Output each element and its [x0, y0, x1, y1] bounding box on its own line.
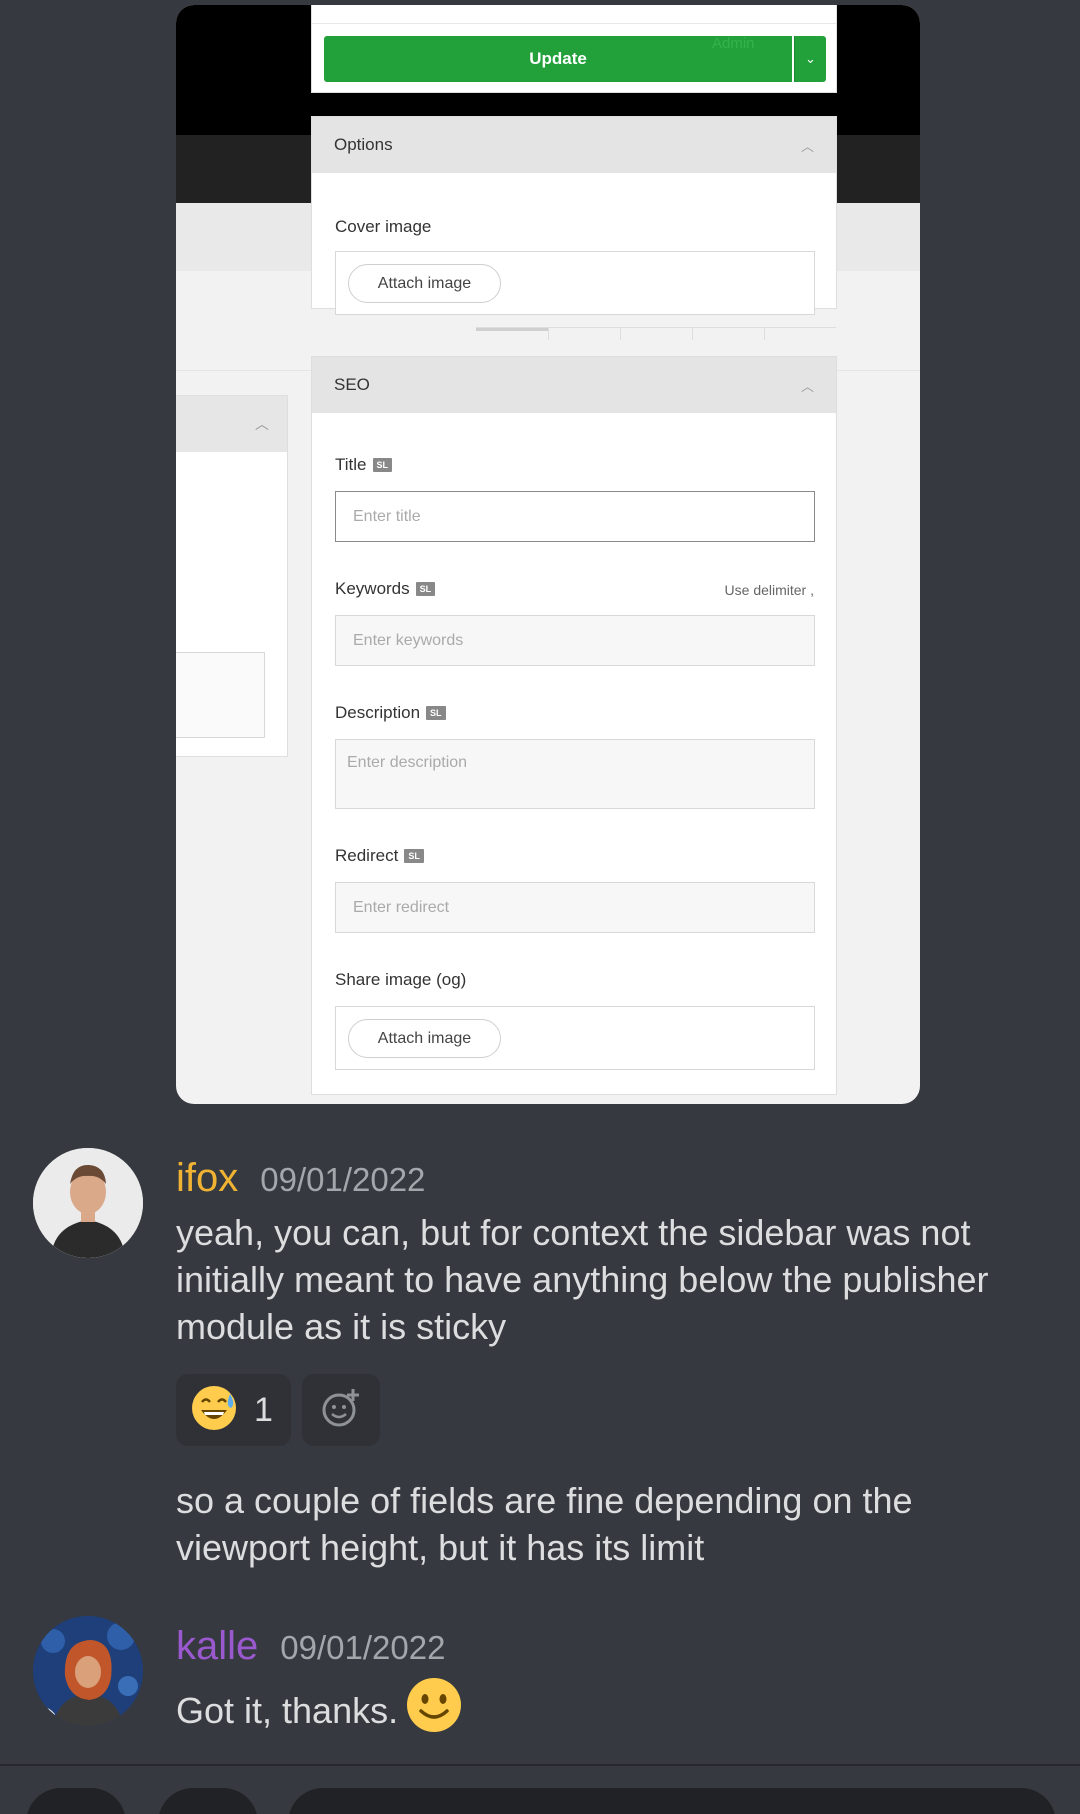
seo-card: SEO ︿ Title SL Enter title Keywords SL U…: [311, 356, 837, 1095]
cover-image-field: Attach image: [335, 251, 815, 315]
chevron-up-icon: ︿: [800, 378, 814, 394]
avatar[interactable]: [33, 1148, 143, 1258]
left-panel: ︿: [176, 395, 288, 757]
message-header: ifox 09/01/2022: [176, 1156, 425, 1201]
sl-badge: SL: [415, 582, 436, 596]
cover-attach-image-button[interactable]: Attach image: [348, 264, 501, 303]
composer-action-button[interactable]: [158, 1788, 258, 1814]
message-input[interactable]: [288, 1788, 1056, 1814]
message-body: Got it, thanks.: [176, 1677, 1056, 1744]
publisher-module: Update Admin ⌄: [311, 5, 837, 93]
keywords-hint: Use delimiter ,: [724, 582, 814, 598]
ifox-avatar-image: [33, 1148, 143, 1258]
timestamp: 09/01/2022: [280, 1629, 446, 1666]
admin-ghost-label: Admin: [712, 35, 755, 52]
message-text: so a couple of fields are fine depending…: [176, 1480, 913, 1568]
reaction-button[interactable]: 1: [176, 1374, 291, 1446]
grinning-sweat-emoji-icon: [190, 1384, 238, 1437]
chevron-up-icon: ︿: [800, 138, 814, 154]
screenshot-tab-strip: [476, 327, 836, 340]
keywords-label: Keywords SL: [335, 579, 436, 599]
cover-image-label: Cover image: [335, 217, 432, 236]
chevron-up-icon[interactable]: ︿: [255, 414, 269, 434]
composer-action-button[interactable]: [26, 1788, 126, 1814]
seo-redirect-input[interactable]: Enter redirect: [335, 882, 815, 933]
left-panel-field: [176, 652, 265, 738]
redirect-label: Redirect SL: [335, 846, 424, 866]
options-card-header[interactable]: Options ︿: [312, 117, 836, 173]
chevron-down-icon: ⌄: [805, 51, 816, 66]
message-text: Got it, thanks.: [176, 1690, 399, 1731]
sl-badge: SL: [372, 458, 393, 472]
add-reaction-button[interactable]: [302, 1374, 380, 1446]
seo-description-input[interactable]: Enter description: [335, 739, 815, 809]
slightly-smiling-emoji-icon: [406, 1677, 462, 1744]
share-attach-image-button[interactable]: Attach image: [348, 1019, 501, 1058]
avatar[interactable]: [33, 1616, 143, 1726]
left-panel-header: ︿: [176, 396, 287, 452]
add-reaction-icon: [320, 1387, 362, 1434]
reaction-count: 1: [254, 1390, 273, 1429]
embedded-screenshot[interactable]: ︿ Update Admin ⌄ Options ︿ Cover image A…: [176, 5, 920, 1104]
seo-title-input[interactable]: Enter title: [335, 491, 815, 542]
seo-keywords-input[interactable]: Enter keywords: [335, 615, 815, 666]
description-label: Description SL: [335, 703, 446, 723]
timestamp: 09/01/2022: [260, 1161, 426, 1198]
username[interactable]: ifox: [176, 1156, 238, 1201]
message-text: yeah, you can, but for context the sideb…: [176, 1212, 989, 1347]
share-image-label: Share image (og): [335, 970, 467, 989]
username[interactable]: kalle: [176, 1624, 258, 1669]
sl-badge: SL: [426, 706, 446, 720]
update-dropdown-toggle[interactable]: ⌄: [794, 36, 826, 82]
share-image-field: Attach image: [335, 1006, 815, 1070]
title-label: Title SL: [335, 455, 393, 475]
options-card-title: Options: [334, 135, 393, 154]
composer-divider: [0, 1764, 1080, 1766]
seo-card-title: SEO: [334, 375, 370, 394]
seo-card-header[interactable]: SEO ︿: [312, 357, 836, 413]
options-card: Options ︿ Cover image Attach image: [311, 116, 837, 315]
sl-badge: SL: [404, 849, 424, 863]
message-header: kalle 09/01/2022: [176, 1624, 445, 1669]
kalle-avatar-image: [33, 1616, 143, 1726]
